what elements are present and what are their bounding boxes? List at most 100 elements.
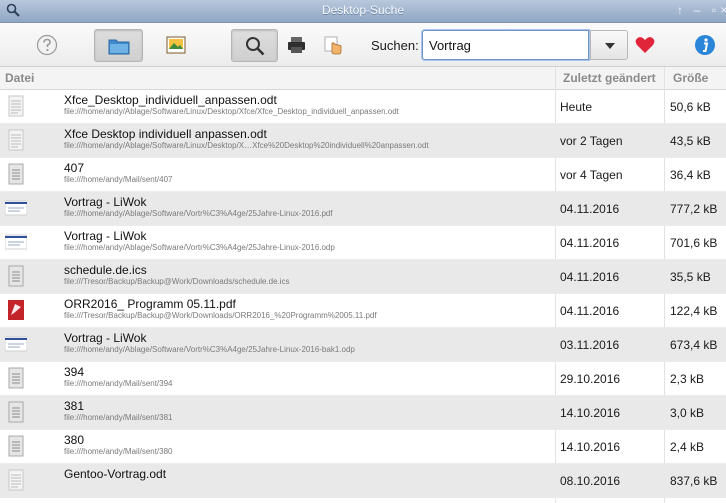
file-size: 837,6 kB [670, 474, 718, 488]
file-modified: 03.11.2016 [560, 338, 620, 352]
print-button[interactable] [282, 29, 312, 60]
file-name: 381 [64, 399, 85, 413]
doc-file-icon [5, 469, 27, 491]
pdf-file-icon [5, 299, 27, 321]
file-size: 777,2 kB [670, 202, 718, 216]
search-files-button[interactable] [94, 29, 143, 62]
results-table: Datei Zuletzt geändert Größe Xfce_Deskto… [0, 67, 726, 503]
text-file-icon [5, 367, 27, 389]
search-input[interactable] [422, 30, 589, 60]
file-modified: 04.11.2016 [560, 270, 620, 284]
table-row[interactable]: 407 file:///home/andy/Mail/sent/407 vor 4 … [0, 158, 726, 192]
file-size: 36,4 kB [670, 168, 711, 182]
text-file-icon [5, 401, 27, 423]
window-pin-icon[interactable]: ↑ [672, 3, 688, 18]
printer-icon [288, 36, 305, 53]
file-path: file:///home/andy/Ablage/Software/Vortr%… [64, 345, 355, 354]
file-path: file:///home/andy/Ablage/Software/Linux/… [64, 107, 399, 116]
slide-file-icon [4, 333, 28, 355]
window-minimize-icon[interactable]: – [689, 3, 705, 18]
file-path: file:///Tresor/Backup/Backup@Work/Downlo… [64, 311, 377, 320]
column-header-modified[interactable]: Zuletzt geändert [563, 71, 656, 85]
table-row[interactable]: Vortrag - LiWok file:///home/andy/Ablage/… [0, 226, 726, 260]
text-file-icon [5, 435, 27, 457]
table-row[interactable]: schedule.de.ics file:///Tresor/Backup/Bac… [0, 260, 726, 294]
file-name: Vortrag - LiWok [64, 229, 147, 243]
file-size: 122,4 kB [670, 304, 718, 318]
file-modified: 29.10.2016 [560, 372, 621, 386]
table-row[interactable]: Xfce Desktop individuell anpassen.odt fil… [0, 124, 726, 158]
info-button[interactable] [690, 29, 720, 60]
file-name: schedule.de.ics [64, 263, 147, 277]
file-path: file:///home/andy/Ablage/Software/Linux/… [64, 141, 429, 150]
image-icon [166, 36, 186, 53]
file-name: Vortrag - LiWok [64, 331, 147, 345]
file-modified: 04.11.2016 [560, 236, 620, 250]
results-list: Xfce_Desktop_individuell_anpassen.odt fil… [0, 90, 726, 498]
file-name: 394 [64, 365, 85, 379]
file-path: file:///home/andy/Mail/sent/380 [64, 447, 173, 456]
doc-file-icon [5, 129, 27, 151]
help-icon [36, 34, 58, 55]
table-header: Datei Zuletzt geändert Größe [0, 67, 726, 90]
text-file-icon [5, 163, 27, 185]
table-row[interactable]: Gentoo-Vortrag.odt 08.10.2016 837,6 kB [0, 464, 726, 498]
file-path: file:///home/andy/Ablage/Software/Vortr%… [64, 243, 335, 252]
table-row[interactable]: 394 file:///home/andy/Mail/sent/394 29.10.… [0, 362, 726, 396]
info-icon [695, 34, 715, 55]
file-modified: 04.11.2016 [560, 304, 620, 318]
table-row[interactable]: ORR2016_ Programm 05.11.pdf file:///Treso… [0, 294, 726, 328]
file-size: 2,4 kB [670, 440, 705, 454]
file-name: Xfce_Desktop_individuell_anpassen.odt [64, 93, 277, 107]
window-close-icon[interactable]: × [720, 3, 726, 18]
text-file-icon [5, 265, 27, 287]
slide-file-icon [4, 231, 28, 253]
file-modified: vor 4 Tagen [560, 168, 623, 182]
search-label: Suchen: [371, 38, 419, 53]
file-size: 673,4 kB [670, 338, 718, 352]
title-bar: Desktop-Suche ↑ – ▫ × [0, 0, 726, 23]
file-size: 35,5 kB [670, 270, 711, 284]
search-icon [245, 36, 264, 55]
file-size: 50,6 kB [670, 100, 711, 114]
table-row[interactable]: Vortrag - LiWok file:///home/andy/Ablage/… [0, 192, 726, 226]
file-path: file:///home/andy/Mail/sent/407 [64, 175, 173, 184]
file-modified: 04.11.2016 [560, 202, 620, 216]
help-button[interactable] [30, 29, 64, 60]
file-modified: vor 2 Tagen [560, 134, 623, 148]
search-button[interactable] [231, 29, 278, 62]
file-path: file:///home/andy/Mail/sent/394 [64, 379, 173, 388]
file-size: 2,3 kB [670, 372, 705, 386]
favorite-button[interactable] [630, 29, 660, 60]
table-row[interactable]: 380 file:///home/andy/Mail/sent/380 14.10.… [0, 430, 726, 464]
window-title: Desktop-Suche [321, 3, 405, 17]
table-row[interactable]: 381 file:///home/andy/Mail/sent/381 14.10.… [0, 396, 726, 430]
file-name: ORR2016_ Programm 05.11.pdf [64, 297, 236, 311]
file-modified: 14.10.2016 [560, 440, 621, 454]
doc-file-icon [5, 95, 27, 117]
folder-icon [108, 39, 129, 54]
column-header-size[interactable]: Größe [673, 71, 708, 85]
search-history-dropdown[interactable] [590, 30, 628, 60]
file-path: file:///home/andy/Ablage/Software/Vortr%… [64, 209, 333, 218]
file-size: 3,0 kB [670, 406, 705, 420]
file-path: file:///Tresor/Backup/Backup@Work/Downlo… [64, 277, 290, 286]
file-size: 701,6 kB [670, 236, 718, 250]
file-name: Vortrag - LiWok [64, 195, 147, 209]
table-row[interactable]: Vortrag - LiWok file:///home/andy/Ablage/… [0, 328, 726, 362]
heart-icon [635, 36, 655, 53]
select-button[interactable] [318, 29, 348, 60]
file-size: 43,5 kB [670, 134, 711, 148]
file-modified: 08.10.2016 [560, 474, 621, 488]
file-name: 407 [64, 161, 85, 175]
file-name: Xfce Desktop individuell anpassen.odt [64, 127, 267, 141]
search-images-button[interactable] [159, 29, 193, 60]
slide-file-icon [4, 197, 28, 219]
file-name: 380 [64, 433, 85, 447]
column-header-file[interactable]: Datei [5, 71, 34, 85]
file-modified: Heute [560, 100, 593, 114]
table-row[interactable]: Xfce_Desktop_individuell_anpassen.odt fil… [0, 90, 726, 124]
file-modified: 14.10.2016 [560, 406, 621, 420]
file-name: Gentoo-Vortrag.odt [64, 467, 167, 481]
hand-icon [324, 36, 342, 54]
